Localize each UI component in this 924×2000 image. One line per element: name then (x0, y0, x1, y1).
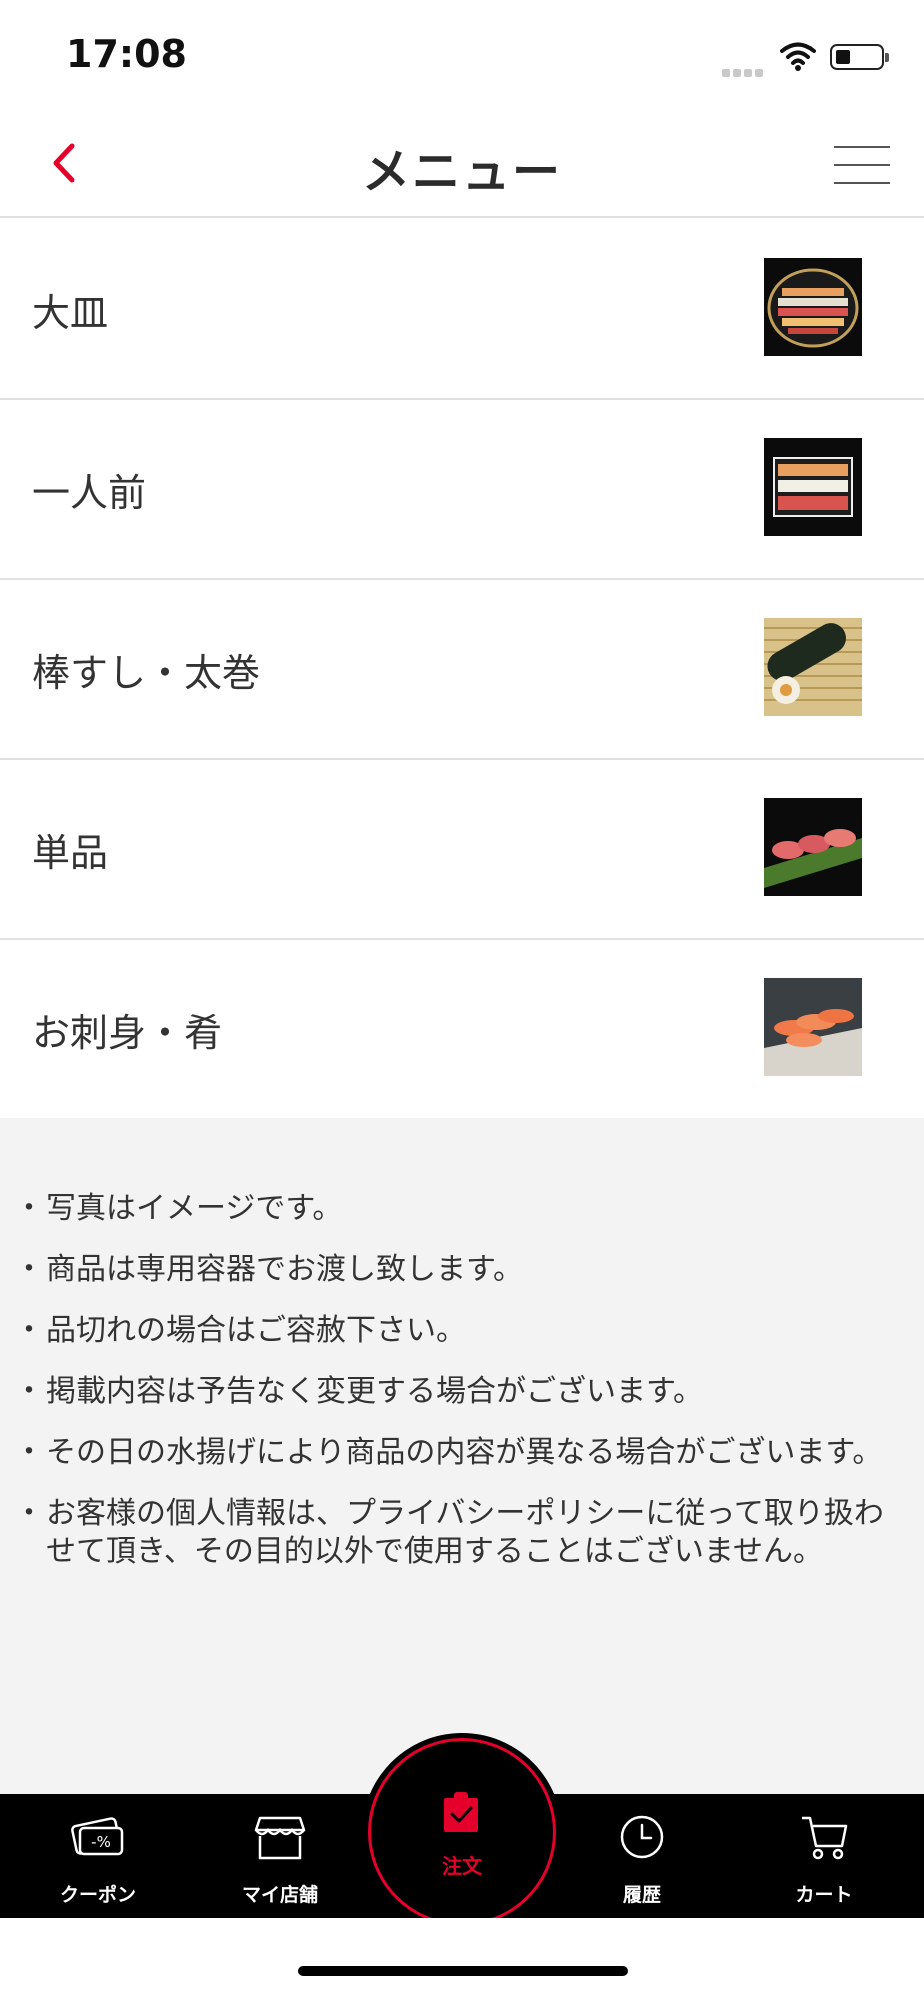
platter-image (764, 258, 862, 356)
status-time: 17:08 (66, 32, 187, 76)
cellular-signal-icon (722, 62, 768, 77)
coupon-icon: -% (71, 1817, 124, 1856)
nigiri-image (764, 798, 862, 896)
status-bar: 17:08 (0, 0, 924, 110)
tab-label: 履歴 (622, 1884, 661, 1906)
order-checklist-icon (444, 1792, 478, 1832)
hamburger-menu-icon[interactable] (834, 144, 890, 186)
order-label: 注文 (442, 1854, 482, 1878)
menu-item-single-serving[interactable]: 一人前 (0, 400, 924, 580)
tab-cart[interactable]: カート (734, 1794, 914, 1918)
wifi-icon (780, 42, 816, 71)
safe-area-bottom (0, 1918, 924, 2000)
menu-item-single-items[interactable]: 単品 (0, 760, 924, 940)
tab-label: クーポン (59, 1884, 136, 1906)
home-indicator[interactable] (298, 1966, 628, 1976)
single-serving-image (764, 438, 862, 536)
tab-label: マイ店舗 (241, 1884, 318, 1906)
note-item: 写真はイメージです。 (14, 1190, 888, 1228)
menu-item-platter[interactable]: 大皿 (0, 220, 924, 400)
notes-list: 写真はイメージです。 商品は専用容器でお渡し致します。 品切れの場合はご容赦下さ… (0, 1118, 924, 1571)
note-item: お客様の個人情報は、プライバシーポリシーに従って取り扱わせて頂き、その目的以外で… (14, 1495, 888, 1571)
roll-image (764, 618, 862, 716)
menu-list: 大皿 一人前 棒すし・太巻 単品 お刺身・肴 (0, 220, 924, 1120)
tab-my-store[interactable]: マイ店舗 (190, 1794, 370, 1918)
note-item: その日の水揚げにより商品の内容が異なる場合がございます。 (14, 1434, 888, 1472)
note-item: 掲載内容は予告なく変更する場合がございます。 (14, 1373, 888, 1411)
store-icon (254, 1816, 306, 1860)
menu-item-rolls[interactable]: 棒すし・太巻 (0, 580, 924, 760)
tab-history[interactable]: 履歴 (552, 1794, 732, 1918)
page-title: メニュー (361, 144, 562, 200)
menu-item-label: 一人前 (32, 471, 147, 515)
note-item: 品切れの場合はご容赦下さい。 (14, 1312, 888, 1350)
tab-label: カート (795, 1884, 853, 1906)
menu-item-label: 単品 (32, 831, 109, 875)
note-item: 商品は専用容器でお渡し致します。 (14, 1251, 888, 1289)
battery-icon (830, 44, 889, 70)
menu-item-label: お刺身・肴 (32, 1011, 223, 1055)
clock-icon (620, 1815, 664, 1859)
menu-item-label: 大皿 (32, 291, 109, 335)
menu-item-sashimi[interactable]: お刺身・肴 (0, 940, 924, 1120)
cart-icon (802, 1816, 848, 1860)
notes-section: 写真はイメージです。 商品は専用容器でお渡し致します。 品切れの場合はご容赦下さ… (0, 1118, 924, 1794)
tab-coupon[interactable]: -% クーポン (8, 1794, 188, 1918)
menu-item-label: 棒すし・太巻 (32, 651, 261, 695)
svg-text:-%: -% (91, 1833, 111, 1851)
sashimi-image (764, 978, 862, 1076)
nav-header: メニュー (0, 110, 924, 218)
